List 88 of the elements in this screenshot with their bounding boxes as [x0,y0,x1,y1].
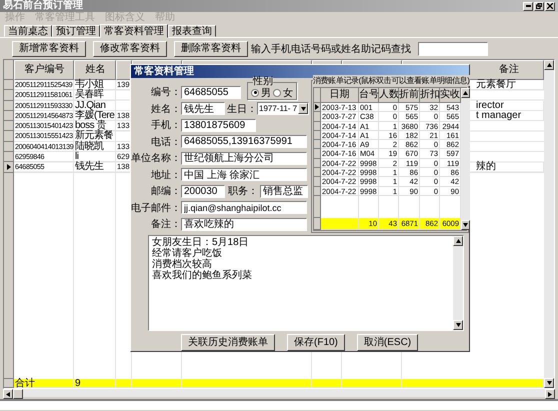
restore-icon [536,3,542,9]
table-cell: 韦小姐 [74,80,116,90]
search-label: 输入手机电话号码或姓名助记码查找 [251,42,411,56]
scroll-up-icon [546,63,552,67]
field-label: 电子邮件： [131,202,181,214]
table-cell: 钱先生 [74,162,116,173]
field-label: 邮编： [150,184,181,198]
job-title-field[interactable]: 销售总监 [260,184,308,198]
table-cell: 辣的 [476,161,496,172]
table-cell: 陆晓凯 [74,142,116,152]
birthday-select[interactable]: 1977-11- 7 [257,102,309,115]
total-count: 9 [74,379,116,388]
name-field[interactable]: 钱先生 [181,102,225,115]
total-cell [132,379,182,388]
table-cell: 吴春晖 [74,90,116,101]
vertical-scrollbar[interactable] [453,236,463,330]
scroll-down-icon [546,381,552,385]
column-header: 实收 [440,88,461,103]
toolbar-button[interactable]: 新增常客资料 [12,40,86,56]
radio-label: 女 [283,86,293,100]
total-cell [342,379,402,388]
radio-button[interactable] [273,88,281,96]
toolbar-button[interactable]: 删除常客资料 [174,40,248,56]
column-header: 折前 [399,88,420,103]
vertical-scrollbar[interactable] [461,88,470,230]
column-header: 客户编号 [14,60,74,80]
column-header: 折扣 [420,88,440,103]
column-header: 台号 [359,88,379,103]
table-cell: 李媛(Tere [74,110,116,122]
total-cell [321,218,359,230]
table-cell: 新元素餐 [74,131,116,142]
dialog-button[interactable]: 保存(F10) [287,334,345,351]
company-field[interactable]: 世纪领航上海分公司 [181,152,307,164]
search-field[interactable] [418,42,488,56]
close-button[interactable] [545,2,555,10]
tab[interactable]: 当前桌态 [4,25,52,37]
dialog-button[interactable]: 关联历史消费账单 [181,334,275,351]
column-header: 人数 [379,88,399,103]
current-row-icon [6,164,10,170]
zip-field[interactable]: 200030 [181,184,225,198]
field-label: 编号： [150,86,181,99]
phone-field[interactable]: 64685055,13916375991 [181,135,307,148]
close-icon [547,3,553,9]
vertical-scrollbar[interactable] [544,60,554,388]
scroll-right-icon [548,392,552,396]
radio-label: 男 [261,86,271,100]
radio-button[interactable] [251,88,259,96]
email-field[interactable]: jj.qian@shanghaipilot.cc [181,201,307,214]
group-label: 性别 [253,77,273,87]
column-header: 日期 [321,88,359,103]
table-cell: irector [476,100,504,111]
column-header: 姓名 [74,60,116,80]
number-field[interactable]: 64685055 [181,86,241,98]
table-cell: JJ.Qian [74,100,116,111]
table-cell: t manager [476,110,522,121]
mobile-field[interactable]: 13801875609 [181,118,256,132]
horizontal-scrollbar[interactable] [3,389,555,397]
field-label: 姓名： [150,102,181,116]
field-label: 地址： [150,168,181,182]
field-label: 备注： [150,218,181,231]
scroll-down-icon [463,223,468,227]
field-label: 生日： [227,102,257,116]
minimize-icon [526,5,530,7]
total-cell [116,379,132,388]
field-label: 电话： [150,136,181,148]
tab[interactable]: 预订管理 [52,25,100,37]
current-row-icon [315,104,319,110]
field-label: 单位名称： [131,152,181,165]
minimize-button[interactable] [523,2,533,10]
total-cell [312,379,342,388]
total-label: 合计 [14,379,74,388]
scroll-thumb[interactable] [13,389,23,399]
address-field[interactable]: 中国 上海 徐家汇 [181,168,307,181]
group-label: 消费账单记录(鼠标双击可以查看账单明细信息) [313,75,470,86]
scroll-up-icon [456,239,460,243]
scroll-left-icon [6,392,10,396]
dialog-button[interactable]: 取消(ESC) [356,334,418,351]
tab[interactable]: 报表查询 [168,25,216,37]
scroll-up-icon [463,91,468,95]
note-field[interactable]: 喜欢吃辣的 [181,218,307,230]
tab[interactable]: 常客资料管理 [100,24,168,38]
toolbar-button[interactable]: 修改常客资料 [93,40,167,56]
field-label: 手机： [150,118,181,132]
dropdown-icon [300,106,306,110]
scroll-down-icon [456,323,460,327]
restore-button[interactable] [534,2,544,10]
table-cell: 元素餐厅 [476,79,516,90]
field-label: 职务： [228,185,258,198]
